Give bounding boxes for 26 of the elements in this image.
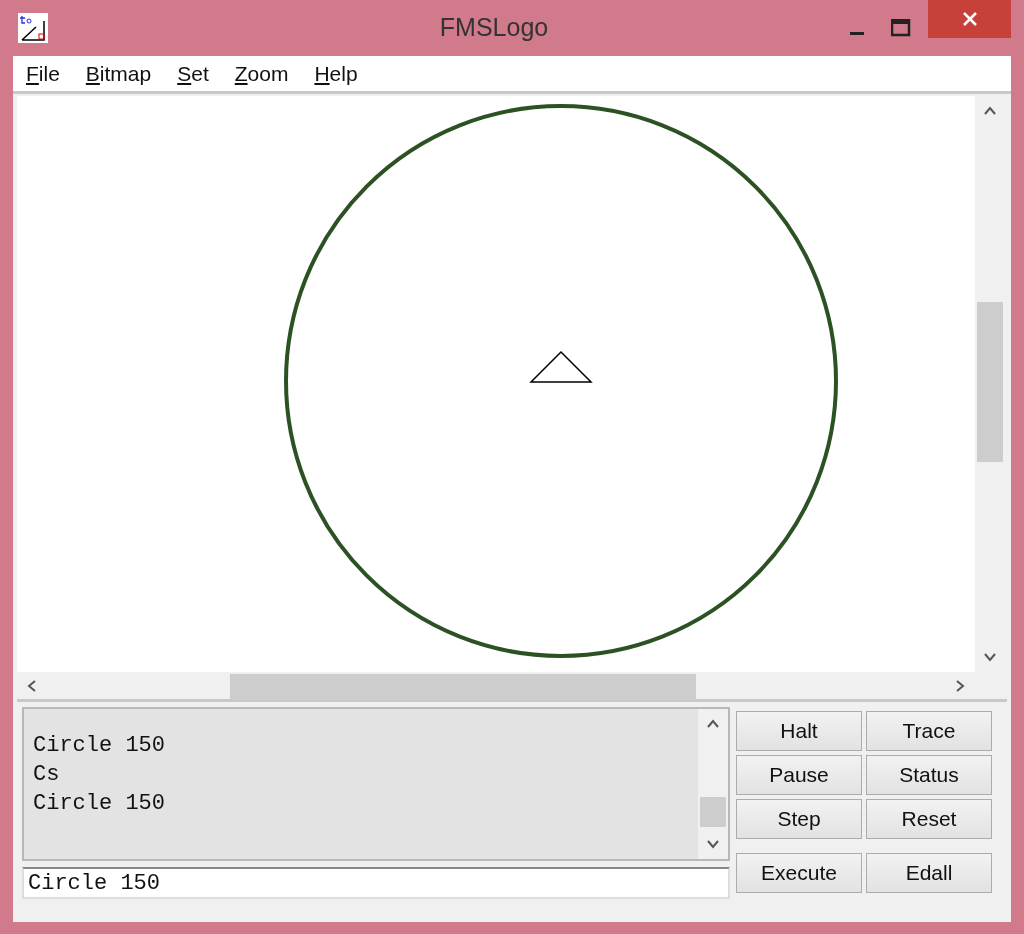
command-button[interactable]: Edall [866, 853, 992, 893]
command-button[interactable]: Pause [736, 755, 862, 795]
history-list[interactable]: Circle 150 Cs Circle 150 [22, 707, 730, 861]
menu-item[interactable]: Set [177, 57, 209, 90]
menu-item[interactable]: Bitmap [85, 57, 152, 90]
command-button[interactable]: Step [736, 799, 862, 839]
menu-item[interactable]: File [26, 57, 60, 90]
command-button[interactable]: Reset [866, 799, 992, 839]
menu-item[interactable]: Help [314, 57, 358, 90]
history-line[interactable]: Cs [33, 760, 698, 789]
window-title: FMSLogo [439, 12, 549, 44]
scrollbar-thumb[interactable] [230, 674, 696, 700]
command-input[interactable]: Circle 150 [22, 867, 730, 899]
scrollbar-thumb[interactable] [700, 797, 726, 827]
app-logo-icon [18, 13, 48, 43]
maximize-icon[interactable] [891, 19, 911, 37]
command-button[interactable]: Trace [866, 711, 992, 751]
scrollbar-thumb[interactable] [977, 302, 1003, 462]
history-line[interactable]: Circle 150 [33, 731, 698, 760]
close-button[interactable] [928, 0, 1011, 38]
menu-item[interactable]: Zoom [234, 57, 289, 90]
command-button[interactable]: Execute [736, 853, 862, 893]
command-button[interactable]: Halt [736, 711, 862, 751]
close-icon [961, 11, 978, 27]
history-line[interactable]: Circle 150 [33, 789, 698, 818]
command-button[interactable]: Status [866, 755, 992, 795]
